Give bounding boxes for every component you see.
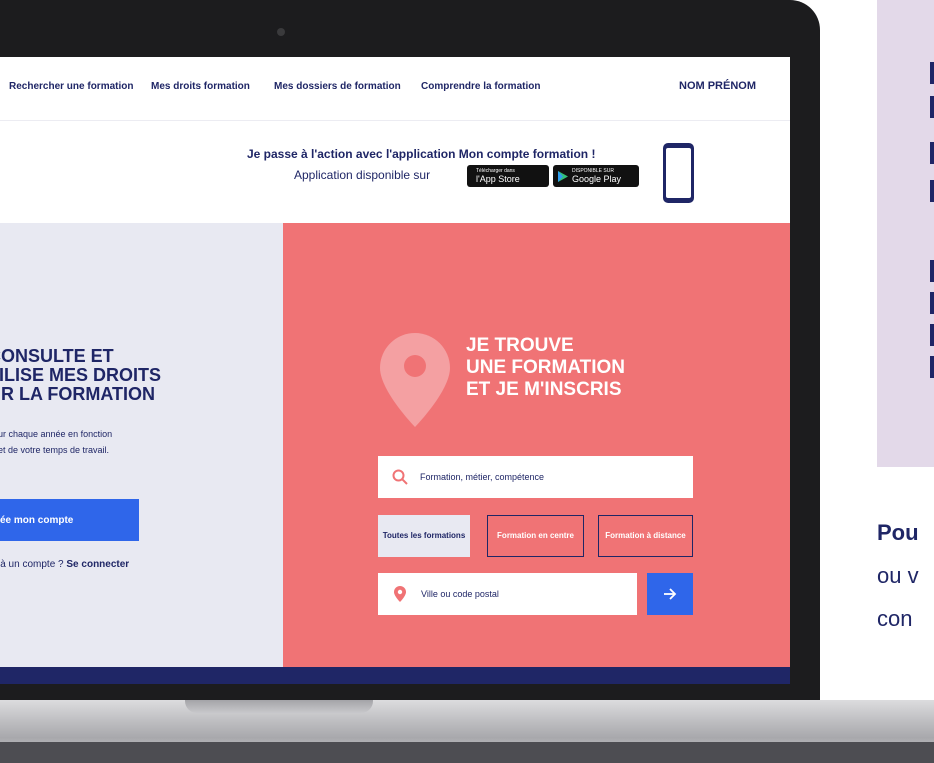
banner-subtitle: Application disponible sur bbox=[294, 168, 431, 182]
side-glyph bbox=[930, 180, 934, 202]
city-input[interactable] bbox=[421, 589, 621, 599]
phone-illustration bbox=[663, 143, 694, 203]
play-icon bbox=[558, 170, 568, 182]
training-search-field[interactable] bbox=[378, 456, 693, 498]
google-play-text: DISPONIBLE SUR Google Play bbox=[572, 168, 621, 184]
side-glyph bbox=[930, 324, 934, 346]
side-glyph bbox=[930, 292, 934, 314]
search-title-line: ET JE M'INSCRIS bbox=[466, 379, 622, 400]
side-text-line2: ou v bbox=[877, 563, 919, 588]
side-glyph bbox=[930, 142, 934, 164]
training-search-input[interactable] bbox=[420, 472, 660, 482]
nav-item-droits[interactable]: Mes droits formation bbox=[151, 81, 250, 92]
google-play-button[interactable]: DISPONIBLE SUR Google Play bbox=[553, 165, 639, 187]
search-submit-button[interactable] bbox=[647, 573, 693, 615]
rights-section: CONSULTE ET TILISE MES DROITS UR LA FORM… bbox=[0, 223, 283, 667]
side-glyph bbox=[930, 356, 934, 378]
rights-title-line: TILISE MES DROITS bbox=[0, 365, 162, 385]
app-store-text: Télécharger dans l'App Store bbox=[476, 168, 520, 184]
filter-remote[interactable]: Formation à distance bbox=[598, 515, 693, 557]
location-icon bbox=[394, 586, 406, 602]
camera-icon bbox=[277, 28, 285, 36]
google-play-big: Google Play bbox=[572, 174, 622, 184]
filter-in-centre[interactable]: Formation en centre bbox=[487, 515, 584, 557]
side-glyph bbox=[930, 62, 934, 84]
side-panel bbox=[877, 0, 934, 467]
login-prefix: jà un compte ? bbox=[0, 559, 64, 570]
rights-title-line: UR LA FORMATION bbox=[0, 384, 155, 404]
footer-band bbox=[0, 667, 790, 684]
side-glyph bbox=[930, 260, 934, 282]
user-name-menu[interactable]: NOM PRÉNOM bbox=[679, 80, 756, 92]
rights-description-line: ur chaque année en fonction bbox=[0, 429, 113, 439]
rights-description: ur chaque année en fonction et de votre … bbox=[0, 426, 198, 458]
create-account-button[interactable]: ée mon compte bbox=[0, 499, 139, 541]
phone-screen bbox=[666, 148, 691, 198]
arrow-right-icon bbox=[664, 588, 677, 600]
app-banner: Je passe à l'action avec l'application M… bbox=[0, 121, 790, 223]
banner-title: Je passe à l'action avec l'application M… bbox=[247, 147, 596, 161]
login-line: jà un compte ? Se connecter bbox=[0, 559, 129, 570]
city-search-field[interactable] bbox=[378, 573, 637, 615]
laptop-shadow bbox=[0, 742, 934, 763]
rights-description-line: et de votre temps de travail. bbox=[0, 445, 110, 455]
nav-item-comprendre[interactable]: Comprendre la formation bbox=[421, 81, 540, 92]
side-glyph bbox=[930, 96, 934, 118]
filter-all-trainings[interactable]: Toutes les formations bbox=[378, 515, 470, 557]
app-store-button[interactable]: Télécharger dans l'App Store bbox=[467, 165, 549, 187]
location-pin-icon bbox=[380, 333, 450, 427]
search-title-line: UNE FORMATION bbox=[466, 357, 626, 378]
side-text-line3: con bbox=[877, 606, 913, 631]
rights-title: CONSULTE ET TILISE MES DROITS UR LA FORM… bbox=[0, 347, 218, 404]
login-link[interactable]: Se connecter bbox=[66, 559, 129, 570]
search-title-line: JE TROUVE bbox=[466, 335, 574, 356]
nav-item-dossiers[interactable]: Mes dossiers de formation bbox=[274, 81, 401, 92]
search-section: JE TROUVE UNE FORMATION ET JE M'INSCRIS … bbox=[283, 223, 790, 667]
nav-item-rechercher[interactable]: Rechercher une formation bbox=[9, 81, 133, 92]
search-icon bbox=[392, 469, 408, 485]
search-title: JE TROUVE UNE FORMATION ET JE M'INSCRIS bbox=[466, 335, 625, 401]
laptop-notch bbox=[185, 700, 373, 713]
side-text-line1: Pou bbox=[877, 520, 919, 545]
top-nav: Rechercher une formation Mes droits form… bbox=[0, 57, 790, 121]
laptop-screen: Rechercher une formation Mes droits form… bbox=[0, 57, 790, 684]
rights-title-line: CONSULTE ET bbox=[0, 346, 114, 366]
app-store-big: l'App Store bbox=[476, 174, 520, 184]
